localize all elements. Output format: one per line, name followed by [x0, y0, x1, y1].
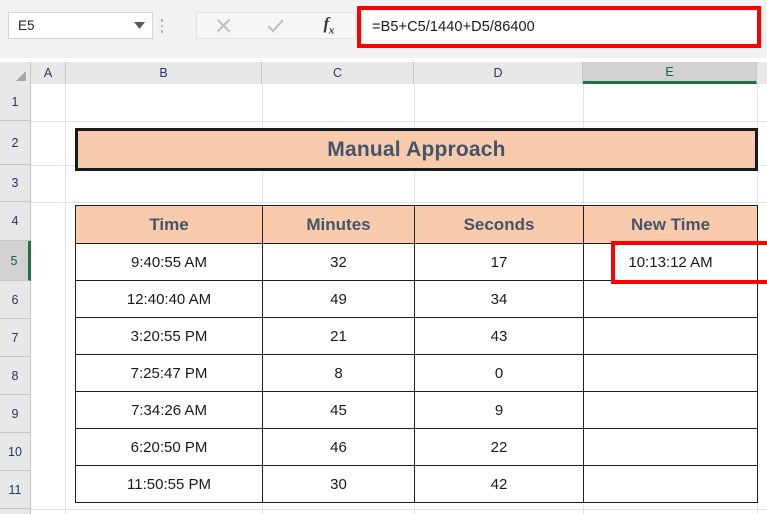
formula-action-buttons: fx	[196, 12, 356, 39]
column-header-row: A B C D E	[0, 62, 767, 84]
table-row: 11:50:55 PM 30 42	[75, 465, 758, 503]
cell-time[interactable]: 11:50:55 PM	[75, 465, 263, 503]
row-header-4[interactable]: 4	[0, 202, 31, 241]
fx-icon[interactable]: fx	[306, 13, 352, 38]
column-header-d-label: D	[493, 66, 503, 80]
column-header-b-label: B	[159, 66, 168, 80]
column-header-minutes[interactable]: Minutes	[262, 205, 415, 244]
formula-bar-strip: E5 fx =B5+C5/1440+D5/86400	[0, 0, 767, 58]
row-header-4-label: 4	[11, 214, 19, 228]
column-header-c-label: C	[332, 66, 343, 80]
row-header-12[interactable]	[0, 509, 31, 514]
cell-time[interactable]: 6:20:50 PM	[75, 428, 263, 466]
gridline-horizontal	[31, 509, 767, 510]
cell-minutes[interactable]: 46	[262, 428, 415, 466]
row-header-2[interactable]: 2	[0, 121, 31, 165]
cell-new-time[interactable]: 10:13:12 AM	[583, 243, 758, 281]
row-header-6[interactable]: 6	[0, 281, 31, 319]
row-header-column: 1 2 3 4 5 6 7 8 9 10 11	[0, 84, 31, 514]
formula-input-annotation: =B5+C5/1440+D5/86400	[357, 6, 761, 48]
close-icon[interactable]	[200, 13, 246, 38]
cell-time[interactable]: 3:20:55 PM	[75, 317, 263, 355]
column-header-f[interactable]	[757, 62, 767, 84]
column-header-new-time[interactable]: New Time	[583, 205, 758, 244]
cell-minutes[interactable]: 21	[262, 317, 415, 355]
data-table: Time Minutes Seconds New Time 9:40:55 AM…	[75, 205, 758, 503]
column-header-time[interactable]: Time	[75, 205, 263, 244]
row-header-2-label: 2	[11, 135, 19, 150]
cell-seconds[interactable]: 9	[414, 391, 584, 429]
column-header-c[interactable]: C	[262, 62, 414, 84]
cell-seconds[interactable]: 43	[414, 317, 584, 355]
row-header-7-label: 7	[11, 330, 19, 345]
row-header-5-label: 5	[10, 253, 18, 268]
cell-seconds[interactable]: 0	[414, 354, 584, 392]
cell-minutes[interactable]: 32	[262, 243, 415, 281]
vertical-dots-icon	[157, 14, 167, 38]
table-row: 9:40:55 AM 32 17 10:13:12 AM	[75, 243, 758, 281]
cell-time[interactable]: 9:40:55 AM	[75, 243, 263, 281]
cell-new-time[interactable]	[583, 465, 758, 503]
cell-time[interactable]: 12:40:40 AM	[75, 280, 263, 318]
row-header-8[interactable]: 8	[0, 357, 31, 395]
excel-worksheet-screenshot: E5 fx =B5+C5/1440+D5/86400 A B C D E 1 2…	[0, 0, 767, 514]
cell-new-time[interactable]	[583, 317, 758, 355]
page-title: Manual Approach	[327, 137, 506, 161]
cell-minutes[interactable]: 30	[262, 465, 415, 503]
row-header-1[interactable]: 1	[0, 84, 31, 121]
row-header-6-label: 6	[11, 292, 19, 307]
row-header-5[interactable]: 5	[0, 241, 31, 281]
worksheet-grid[interactable]: Manual Approach Time Minutes Seconds New…	[31, 84, 767, 514]
cell-time[interactable]: 7:34:26 AM	[75, 391, 263, 429]
name-box-value: E5	[18, 18, 35, 33]
formula-input[interactable]: =B5+C5/1440+D5/86400	[361, 10, 757, 44]
row-header-10-label: 10	[8, 444, 22, 459]
row-header-10[interactable]: 10	[0, 433, 31, 471]
name-box[interactable]: E5	[8, 12, 153, 39]
row-header-8-label: 8	[11, 368, 19, 383]
column-header-e[interactable]: E	[583, 62, 757, 84]
row-header-3-label: 3	[11, 176, 19, 190]
cell-new-time[interactable]	[583, 391, 758, 429]
cell-minutes[interactable]: 8	[262, 354, 415, 392]
gridline-horizontal	[31, 202, 767, 203]
column-header-d[interactable]: D	[414, 62, 583, 84]
row-header-7[interactable]: 7	[0, 319, 31, 357]
formula-input-value: =B5+C5/1440+D5/86400	[372, 19, 535, 35]
cell-seconds[interactable]: 17	[414, 243, 584, 281]
table-row: 7:25:47 PM 8 0	[75, 354, 758, 392]
cell-new-time[interactable]	[583, 354, 758, 392]
cell-new-time[interactable]	[583, 428, 758, 466]
column-header-seconds[interactable]: Seconds	[414, 205, 584, 244]
column-header-a-label: A	[43, 66, 53, 80]
cell-minutes[interactable]: 49	[262, 280, 415, 318]
column-header-e-label: E	[665, 64, 674, 79]
cell-seconds[interactable]: 34	[414, 280, 584, 318]
row-header-9-label: 9	[11, 406, 19, 421]
row-header-1-label: 1	[11, 95, 19, 109]
cell-new-time[interactable]	[583, 280, 758, 318]
cell-seconds[interactable]: 22	[414, 428, 584, 466]
table-row: 12:40:40 AM 49 34	[75, 280, 758, 318]
gridline-horizontal	[31, 121, 767, 122]
check-icon[interactable]	[253, 13, 299, 38]
column-header-b[interactable]: B	[66, 62, 262, 84]
column-header-a[interactable]: A	[31, 62, 66, 84]
gridline-vertical	[65, 84, 66, 514]
table-row: 7:34:26 AM 45 9	[75, 391, 758, 429]
cell-minutes[interactable]: 45	[262, 391, 415, 429]
row-header-11-label: 11	[8, 482, 22, 497]
table-header-row: Time Minutes Seconds New Time	[75, 205, 758, 244]
cell-time[interactable]: 7:25:47 PM	[75, 354, 263, 392]
chevron-down-icon[interactable]	[126, 13, 152, 38]
row-header-9[interactable]: 9	[0, 395, 31, 433]
row-header-11[interactable]: 11	[0, 471, 31, 509]
sheet-title-banner[interactable]: Manual Approach	[75, 128, 758, 171]
row-header-3[interactable]: 3	[0, 165, 31, 202]
cell-seconds[interactable]: 42	[414, 465, 584, 503]
select-all-triangle-icon[interactable]	[0, 62, 31, 84]
table-row: 6:20:50 PM 46 22	[75, 428, 758, 466]
table-row: 3:20:55 PM 21 43	[75, 317, 758, 355]
